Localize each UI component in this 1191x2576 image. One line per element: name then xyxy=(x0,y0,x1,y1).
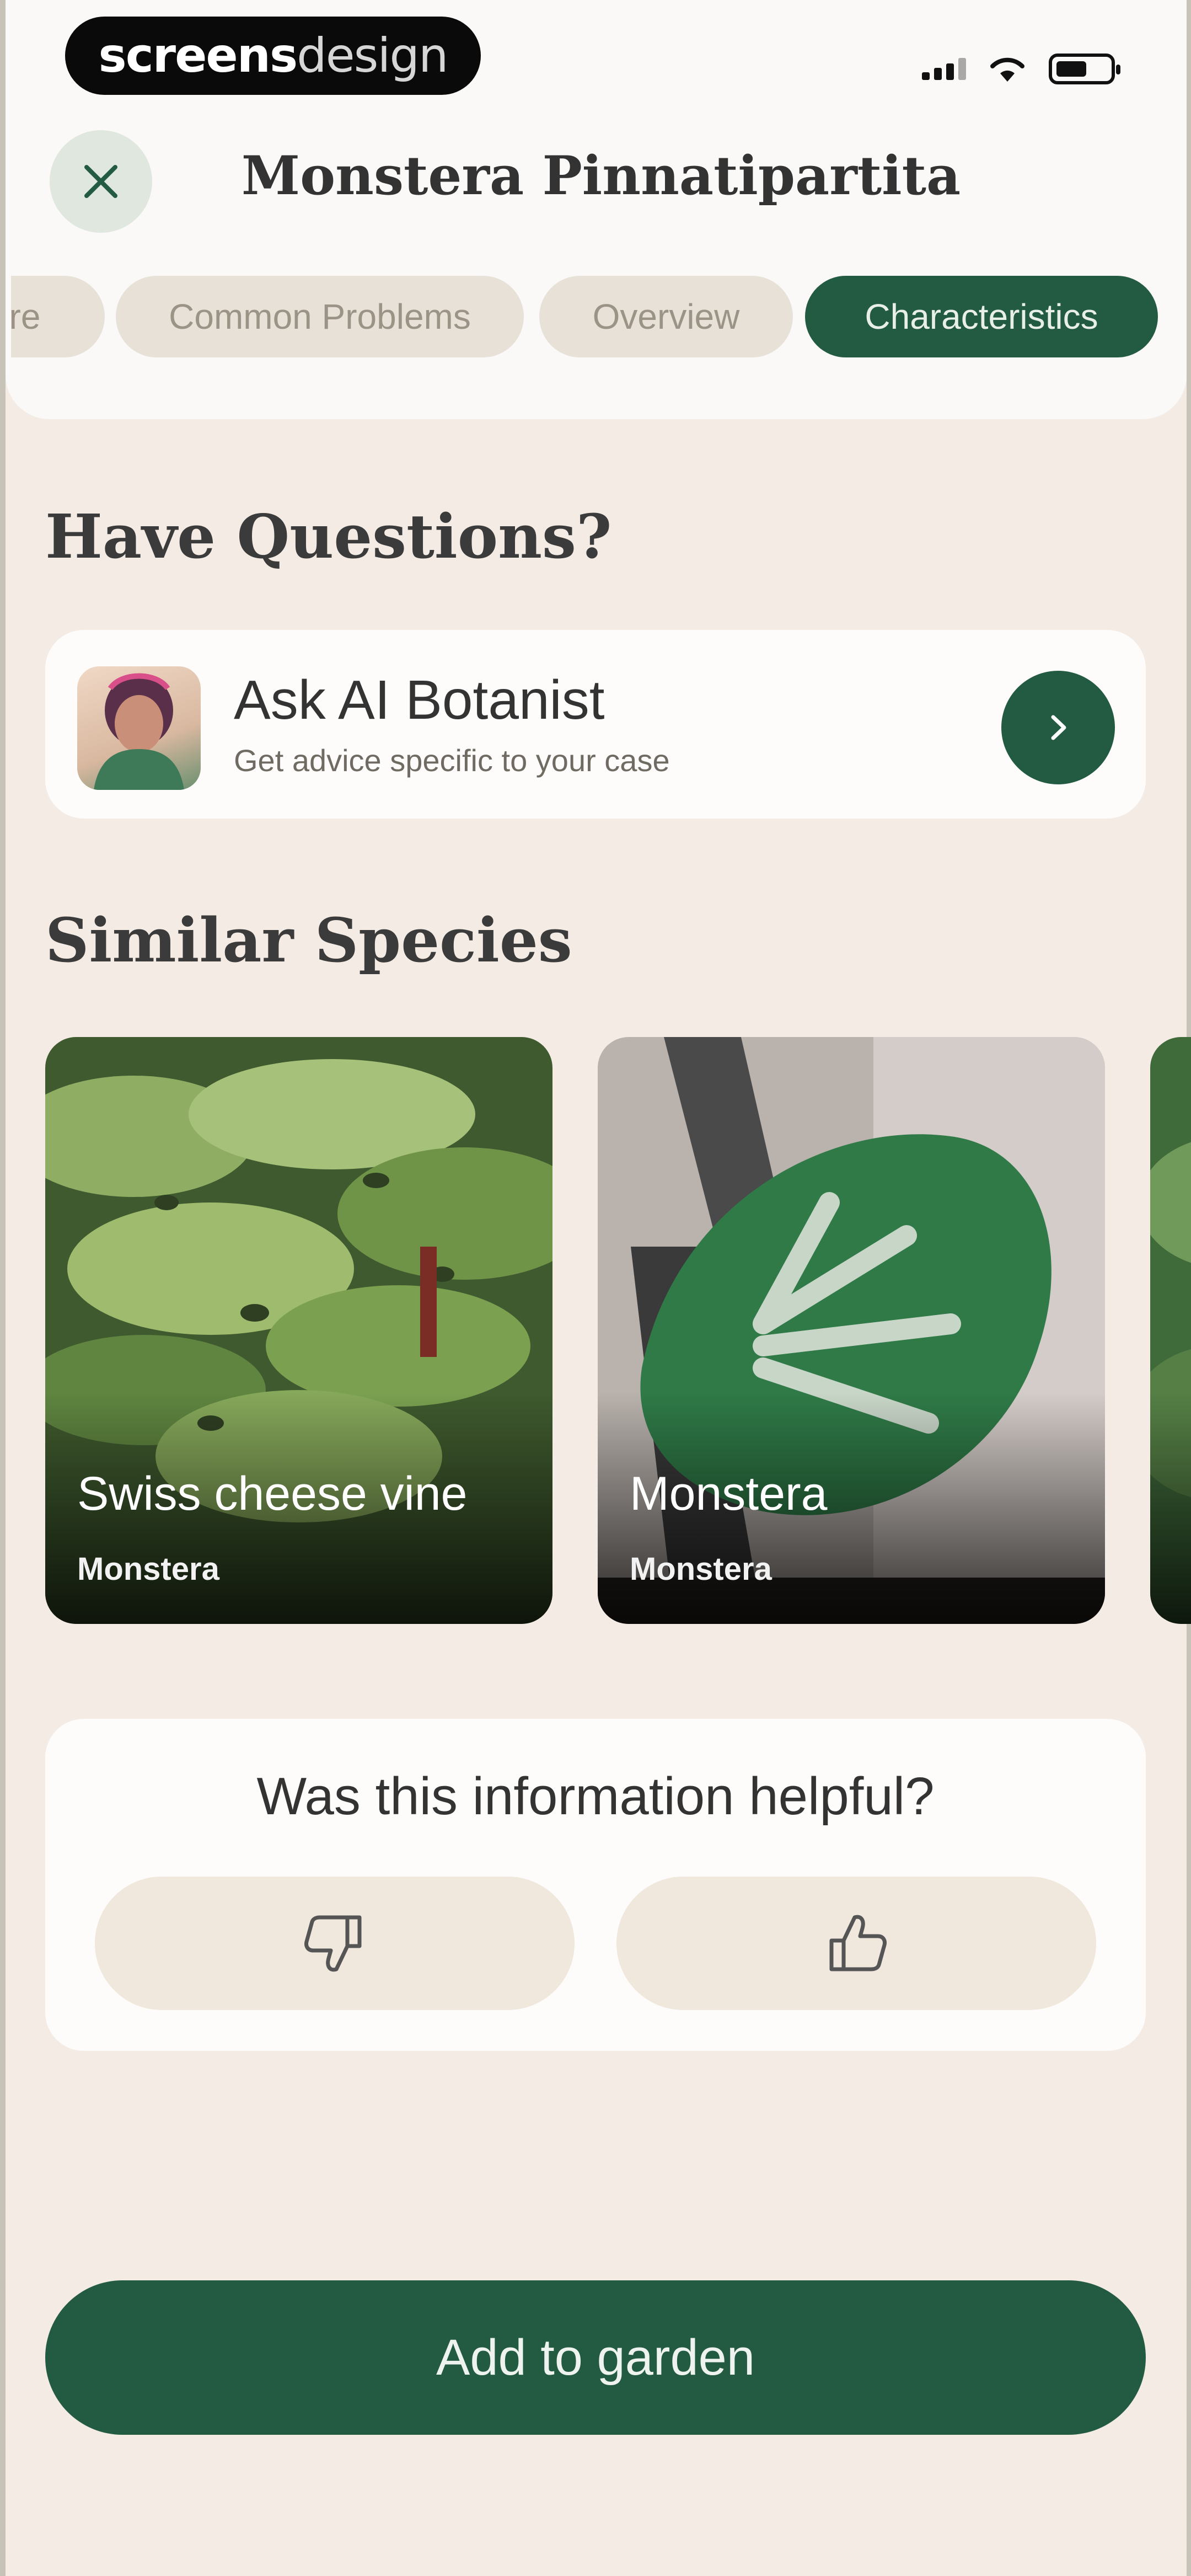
species-photo-overlay xyxy=(1150,1392,1191,1624)
similar-species-heading: Similar Species xyxy=(45,905,572,976)
species-name: Monstera xyxy=(630,1467,828,1520)
cellular-signal-icon xyxy=(922,58,966,80)
tab-overview[interactable]: Overview xyxy=(539,276,793,357)
species-name: Swiss cheese vine xyxy=(77,1467,468,1520)
species-card[interactable]: Monstera Monstera xyxy=(598,1037,1105,1624)
ask-ai-arrow-button[interactable] xyxy=(1001,671,1115,784)
not-helpful-button[interactable] xyxy=(95,1877,575,2010)
thumbs-down-icon xyxy=(304,1915,362,1972)
feedback-question: Was this information helpful? xyxy=(256,1767,935,1826)
brand-logo-light: design xyxy=(297,28,448,83)
tab-care[interactable]: re xyxy=(11,276,105,357)
brand-logo-bold: screens xyxy=(98,28,298,83)
similar-species-carousel[interactable]: Swiss cheese vine Monstera Monstera Mons… xyxy=(0,1037,1191,1627)
top-bar: screens design Monstera Pinnatipartita re… xyxy=(6,0,1187,419)
questions-heading: Have Questions? xyxy=(45,501,612,572)
chevron-right-icon xyxy=(1051,715,1066,740)
add-to-garden-button[interactable]: Add to garden xyxy=(45,2280,1146,2435)
ask-ai-botanist-card[interactable]: Ask AI Botanist Get advice specific to y… xyxy=(45,630,1146,819)
status-icons xyxy=(922,50,1120,88)
ask-ai-subtitle: Get advice specific to your case xyxy=(234,743,670,778)
species-card[interactable]: Swiss cheese vine Monstera xyxy=(45,1037,552,1624)
battery-icon xyxy=(1049,54,1120,84)
thumbs-up-icon xyxy=(829,1915,887,1971)
species-card-partial[interactable] xyxy=(1150,1037,1191,1624)
brand-logo: screens design xyxy=(65,17,481,95)
feedback-card: Was this information helpful? xyxy=(45,1719,1146,2051)
tab-common-problems[interactable]: Common Problems xyxy=(116,276,524,357)
page-title: Monstera Pinnatipartita xyxy=(241,145,961,207)
tab-characteristics[interactable]: Characteristics xyxy=(805,276,1158,357)
species-genus: Monstera xyxy=(77,1551,219,1587)
ask-ai-title: Ask AI Botanist xyxy=(234,669,605,731)
tab-bar: re Common Problems Overview Characterist… xyxy=(11,276,1191,359)
botanist-avatar xyxy=(77,666,201,790)
helpful-button[interactable] xyxy=(616,1877,1096,2010)
wifi-icon xyxy=(990,57,1024,82)
species-genus: Monstera xyxy=(630,1551,772,1587)
